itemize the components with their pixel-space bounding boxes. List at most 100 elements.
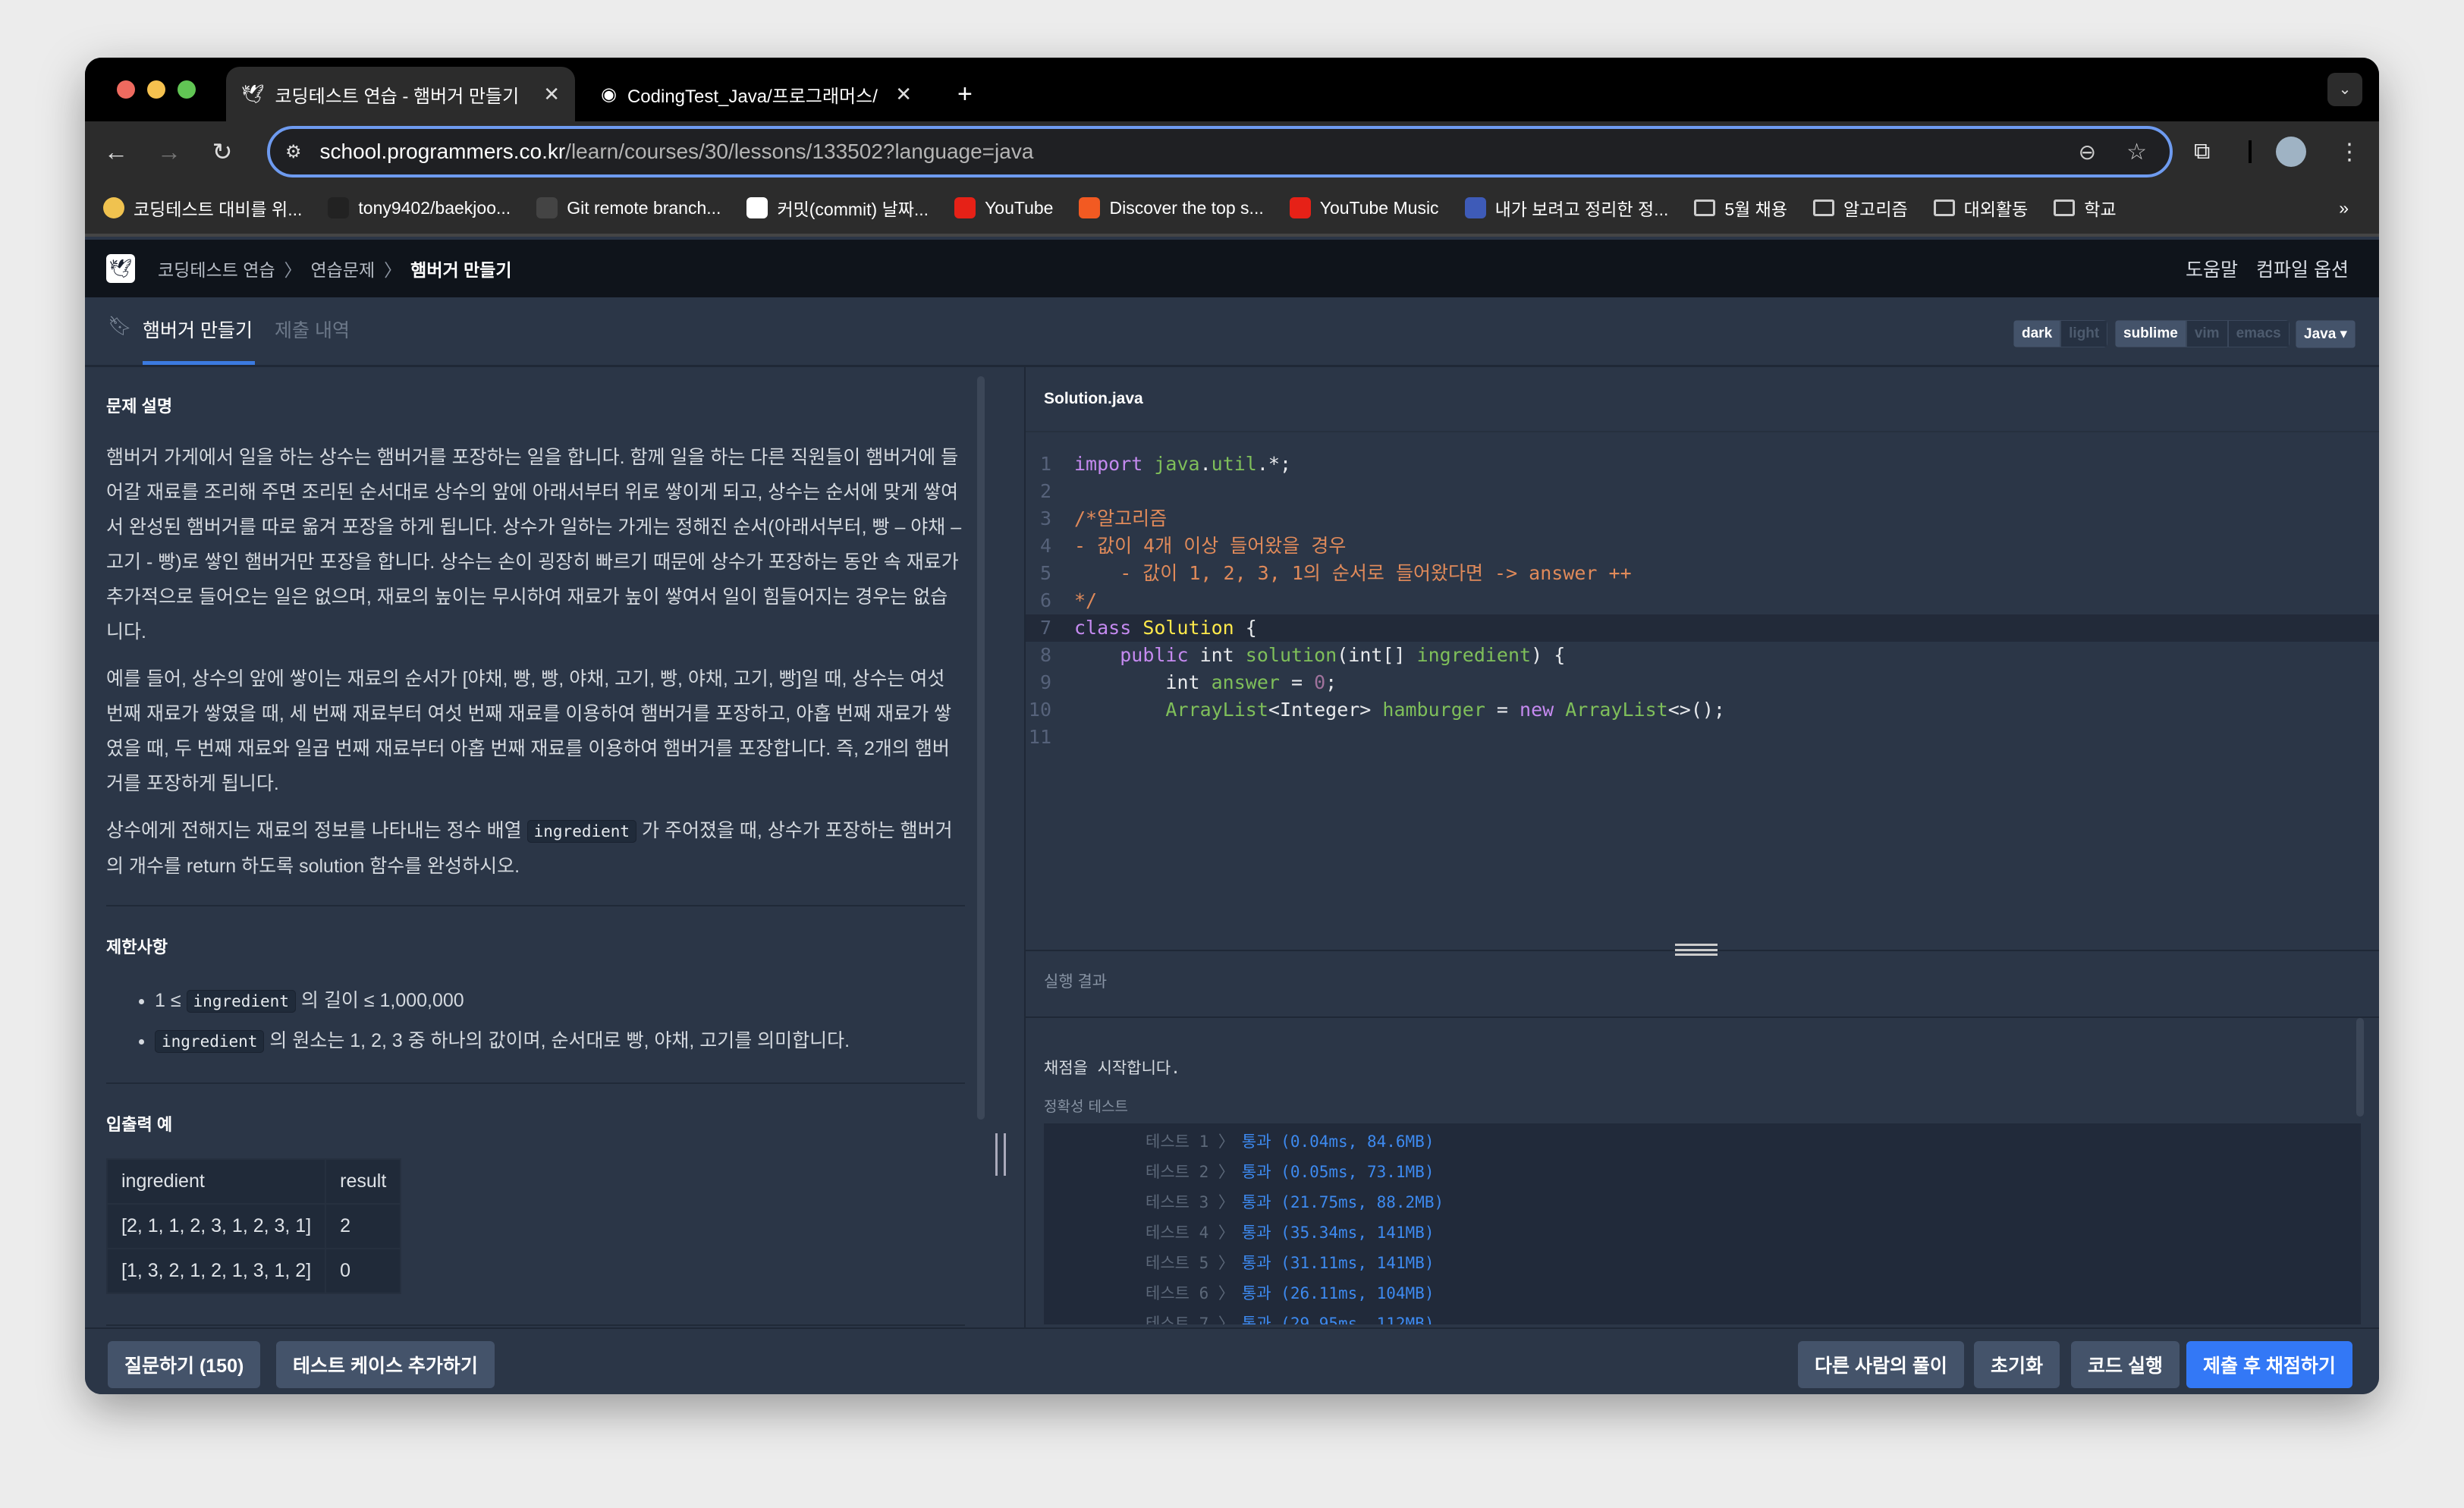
code-token: class — [1074, 617, 1143, 639]
divider — [106, 1324, 965, 1326]
menu-kebab-icon[interactable]: ⋮ — [2338, 139, 2361, 165]
add-test-case-button[interactable]: 테스트 케이스 추가하기 — [276, 1341, 495, 1388]
resize-handle-icon[interactable] — [1675, 944, 1718, 956]
problem-panel: 문제 설명 햄버거 가게에서 일을 하는 상수는 햄버거를 포장하는 일을 합니… — [85, 367, 986, 1327]
bookmark-label: 대외활동 — [1963, 199, 2029, 219]
breadcrumb-item[interactable]: 연습문제 — [311, 256, 376, 281]
text: 의 길이 ≤ 1,000,000 — [295, 990, 464, 1011]
language-select-value[interactable]: Java ▾ — [2296, 320, 2356, 348]
bookmark-label: 알고리즘 — [1843, 199, 1908, 219]
tab-submissions[interactable]: 제출 내역 — [275, 316, 350, 343]
bookmark-icon[interactable]: 🔖︎ — [108, 316, 132, 338]
bookmark-item[interactable]: 코딩테스트 대비를 위... — [103, 195, 302, 221]
tab-search-chevron-icon[interactable]: ⌄ — [2327, 73, 2362, 106]
theme-toggle: dark light — [2013, 320, 2108, 347]
bookmark-favicon-icon — [103, 197, 124, 218]
ask-question-button[interactable]: 질문하기 (150) — [108, 1341, 261, 1388]
bookmark-label: 커밋(commit) 날짜... — [777, 199, 929, 219]
browser-tab[interactable]: ◉ CodingTest_Java/프로그래머스/ ✕ — [586, 67, 927, 121]
profile-avatar[interactable] — [2276, 137, 2306, 167]
bookmark-item[interactable]: tony9402/baekjoo... — [328, 197, 511, 218]
results-scrollbar[interactable] — [2356, 1018, 2364, 1117]
results-title: 실행 결과 — [1044, 973, 1108, 991]
problem-scrollbar[interactable] — [977, 376, 985, 1120]
bookmark-star-icon[interactable]: ☆ — [2126, 139, 2147, 165]
bookmark-label: Discover the top s... — [1109, 197, 1264, 218]
bookmark-item[interactable]: 커밋(commit) 날짜... — [746, 195, 929, 221]
panel-tabs: 🔖︎ 햄버거 만들기 제출 내역 dark light sublime vim … — [85, 297, 2379, 367]
reset-button[interactable]: 초기화 — [1974, 1341, 2060, 1388]
back-icon[interactable]: ← — [90, 138, 143, 166]
test-result-row: 테스트 6 〉 통과 (26.11ms, 104MB) — [1146, 1278, 2361, 1309]
test-label: 테스트 1 〉 — [1146, 1133, 1234, 1151]
browser-tab-active[interactable]: 🕊 코딩테스트 연습 - 햄버거 만들기 | ✕ — [226, 67, 575, 121]
page-header: 🕊 코딩테스트 연습 〉 연습문제 〉 햄버거 만들기 도움말 컴파일 옵션 — [85, 240, 2379, 297]
breadcrumb-item[interactable]: 코딩테스트 연습 — [158, 256, 275, 281]
line-number: 7 — [1039, 617, 1051, 639]
bookmark-item[interactable]: Git remote branch... — [536, 197, 721, 218]
programmers-logo[interactable]: 🕊 — [106, 254, 135, 283]
language-select[interactable]: Java ▾ — [2296, 320, 2356, 348]
maximize-window-button[interactable] — [178, 80, 196, 99]
url-path: /learn/courses/30/lessons/133502?languag… — [565, 140, 1034, 163]
bookmark-item[interactable]: 내가 보려고 정리한 정... — [1464, 195, 1668, 221]
more-bookmarks-icon[interactable]: » — [2339, 198, 2349, 218]
tab-problem[interactable]: 햄버거 만들기 — [143, 316, 253, 343]
keymap-sublime-button[interactable]: sublime — [2115, 320, 2186, 347]
bookmark-item[interactable]: Discover the top s... — [1079, 197, 1264, 218]
panel-divider[interactable] — [986, 367, 1026, 1327]
code-line: 6 */ — [1026, 587, 2379, 614]
code-editor[interactable]: 1 import java. util .*; 2 3 /*알고리즘 4 - 값이 4개 이상 … — [1026, 432, 2379, 950]
bookmark-label: YouTube — [985, 197, 1054, 218]
theme-light-button[interactable]: light — [2060, 320, 2108, 347]
test-result: 통과 (35.34ms, 141MB) — [1241, 1224, 1435, 1242]
code-line: 1 import java. util .*; — [1026, 451, 2379, 478]
close-tab-icon[interactable]: ✕ — [543, 83, 560, 106]
code-token: ingredient — [1416, 644, 1532, 666]
code-token: ; — [1325, 671, 1337, 693]
others-solutions-button[interactable]: 다른 사람의 풀이 — [1798, 1341, 1964, 1388]
bookmark-item[interactable]: 알고리즘 — [1813, 195, 1908, 221]
bookmark-item[interactable]: 학교 — [2054, 195, 2117, 221]
test-result: 통과 (0.04ms, 84.6MB) — [1241, 1133, 1435, 1151]
resize-handle-icon[interactable] — [995, 1133, 1006, 1176]
code-token: <Integer> — [1268, 699, 1383, 721]
bookmark-item[interactable]: 대외활동 — [1933, 195, 2029, 221]
code-token: hamburger — [1382, 699, 1485, 721]
close-tab-icon[interactable]: ✕ — [895, 83, 912, 106]
bookmark-item[interactable]: YouTube — [954, 197, 1053, 218]
extensions-icon[interactable]: ⧉ — [2194, 139, 2210, 165]
close-window-button[interactable] — [117, 80, 135, 99]
browser-window: 🕊 코딩테스트 연습 - 햄버거 만들기 | ✕ ◉ CodingTest_Ja… — [85, 58, 2379, 1394]
forward-icon[interactable]: → — [143, 138, 196, 166]
code-token: util — [1211, 453, 1257, 475]
new-tab-button[interactable]: + — [942, 67, 988, 121]
code-token: ) { — [1531, 644, 1566, 666]
zoom-out-icon[interactable]: ⊖ — [2079, 140, 2096, 165]
reload-icon[interactable]: ↻ — [196, 137, 249, 166]
help-link[interactable]: 도움말 — [2186, 255, 2238, 282]
table-row: [2, 1, 1, 2, 3, 1, 2, 3, 1] 2 — [105, 1203, 402, 1249]
submit-button[interactable]: 제출 후 채점하기 — [2186, 1341, 2352, 1388]
compile-options-link[interactable]: 컴파일 옵션 — [2256, 255, 2349, 282]
keymap-emacs-button[interactable]: emacs — [2227, 320, 2290, 347]
bookmark-favicon-icon — [746, 197, 768, 218]
bookmark-item[interactable]: YouTube Music — [1289, 197, 1439, 218]
theme-dark-button[interactable]: dark — [2013, 320, 2061, 347]
code-token: java — [1154, 453, 1200, 475]
run-code-button[interactable]: 코드 실행 — [2071, 1341, 2180, 1388]
site-settings-icon[interactable]: ⚙ — [285, 141, 302, 163]
minimize-window-button[interactable] — [147, 80, 165, 99]
address-bar[interactable]: ⚙ school.programmers.co.kr/learn/courses… — [267, 126, 2173, 178]
breadcrumb-current: 햄버거 만들기 — [410, 260, 512, 280]
code-token: ArrayList — [1165, 699, 1268, 721]
table-cell: 2 — [325, 1203, 402, 1249]
test-label: 테스트 5 〉 — [1146, 1254, 1234, 1272]
code-token: { — [1234, 617, 1257, 639]
keymap-vim-button[interactable]: vim — [2186, 320, 2228, 347]
bookmark-favicon-icon — [1464, 197, 1486, 218]
url-host: school.programmers.co.kr — [319, 140, 566, 163]
code-token: int — [1074, 671, 1212, 693]
bookmark-item[interactable]: 5월 채용 — [1694, 195, 1787, 221]
line-number: 11 — [1028, 726, 1051, 748]
